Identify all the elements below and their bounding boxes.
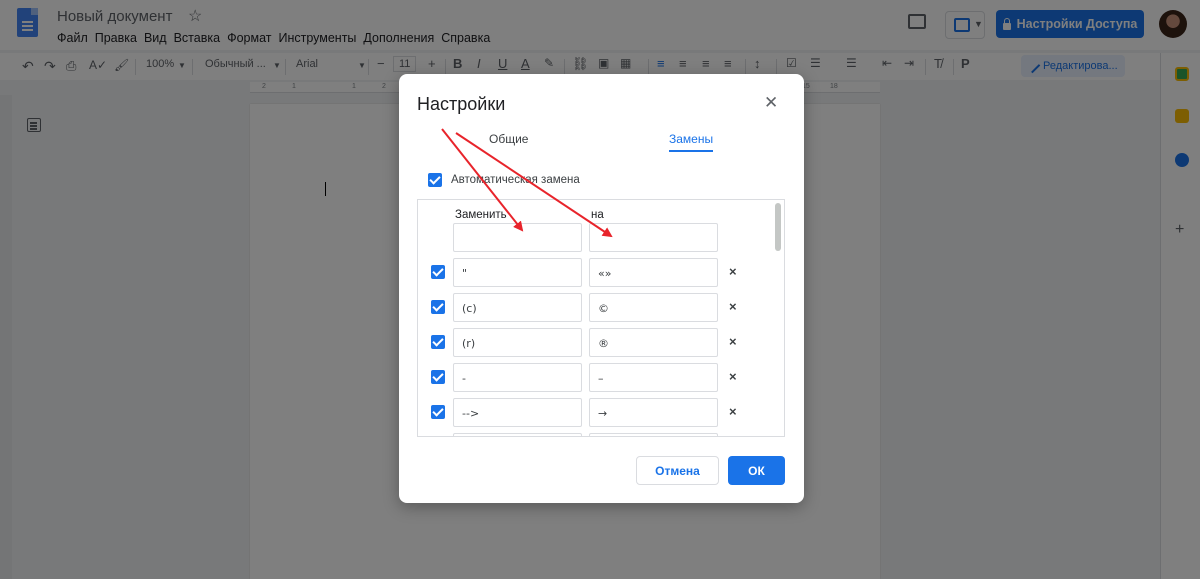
replace-field[interactable]: -->: [453, 398, 582, 427]
close-icon[interactable]: ✕: [764, 93, 778, 113]
replace-field[interactable]: (r): [453, 328, 582, 357]
new-with-field[interactable]: [589, 223, 718, 252]
replace-field[interactable]: ": [453, 258, 582, 287]
with-field[interactable]: «»: [589, 258, 718, 287]
row-checkbox[interactable]: [431, 370, 445, 384]
replace-field[interactable]: [453, 433, 582, 436]
preferences-dialog: Настройки ✕ Общие Замены Автоматическая …: [399, 74, 804, 503]
auto-substitution-checkbox[interactable]: [428, 173, 442, 187]
row-checkbox[interactable]: [431, 300, 445, 314]
column-header-with: на: [591, 209, 604, 221]
delete-row-icon[interactable]: ×: [729, 334, 737, 349]
tab-substitutions[interactable]: Замены: [669, 132, 714, 152]
auto-substitution-label: Автоматическая замена: [451, 174, 580, 186]
row-checkbox[interactable]: [431, 265, 445, 279]
delete-row-icon[interactable]: ×: [729, 404, 737, 419]
with-field[interactable]: ©: [589, 293, 718, 322]
with-field[interactable]: ®: [589, 328, 718, 357]
tab-general[interactable]: Общие: [489, 132, 528, 146]
replace-field[interactable]: (c): [453, 293, 582, 322]
with-field[interactable]: →: [589, 398, 718, 427]
with-field[interactable]: [589, 433, 718, 436]
auto-substitution-row[interactable]: Автоматическая замена: [428, 173, 580, 187]
new-replace-field[interactable]: [453, 223, 582, 252]
delete-row-icon[interactable]: ×: [729, 299, 737, 314]
dialog-title: Настройки: [417, 94, 506, 114]
ok-button[interactable]: ОК: [728, 456, 785, 485]
scrollbar-thumb[interactable]: [775, 203, 781, 251]
delete-row-icon[interactable]: ×: [729, 369, 737, 384]
column-header-replace: Заменить: [455, 209, 507, 221]
substitutions-table[interactable]: Заменить на " «» × (c) © × (r) ® × - – ×…: [417, 199, 785, 437]
cancel-button[interactable]: Отмена: [636, 456, 719, 485]
row-checkbox[interactable]: [431, 405, 445, 419]
replace-field[interactable]: -: [453, 363, 582, 392]
row-checkbox[interactable]: [431, 335, 445, 349]
delete-row-icon[interactable]: ×: [729, 264, 737, 279]
with-field[interactable]: –: [589, 363, 718, 392]
